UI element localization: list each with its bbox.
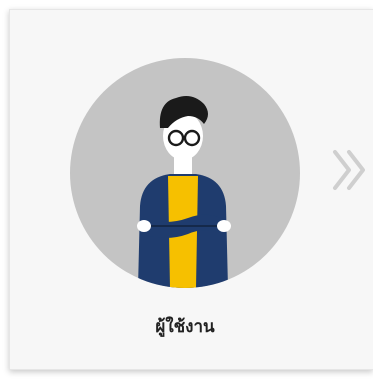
double-chevron-right-icon[interactable] bbox=[331, 146, 371, 194]
user-role-label: ผู้ใช้งาน bbox=[155, 317, 215, 337]
user-avatar-icon bbox=[70, 58, 300, 288]
user-role-card[interactable]: ผู้ใช้งาน bbox=[9, 9, 373, 370]
